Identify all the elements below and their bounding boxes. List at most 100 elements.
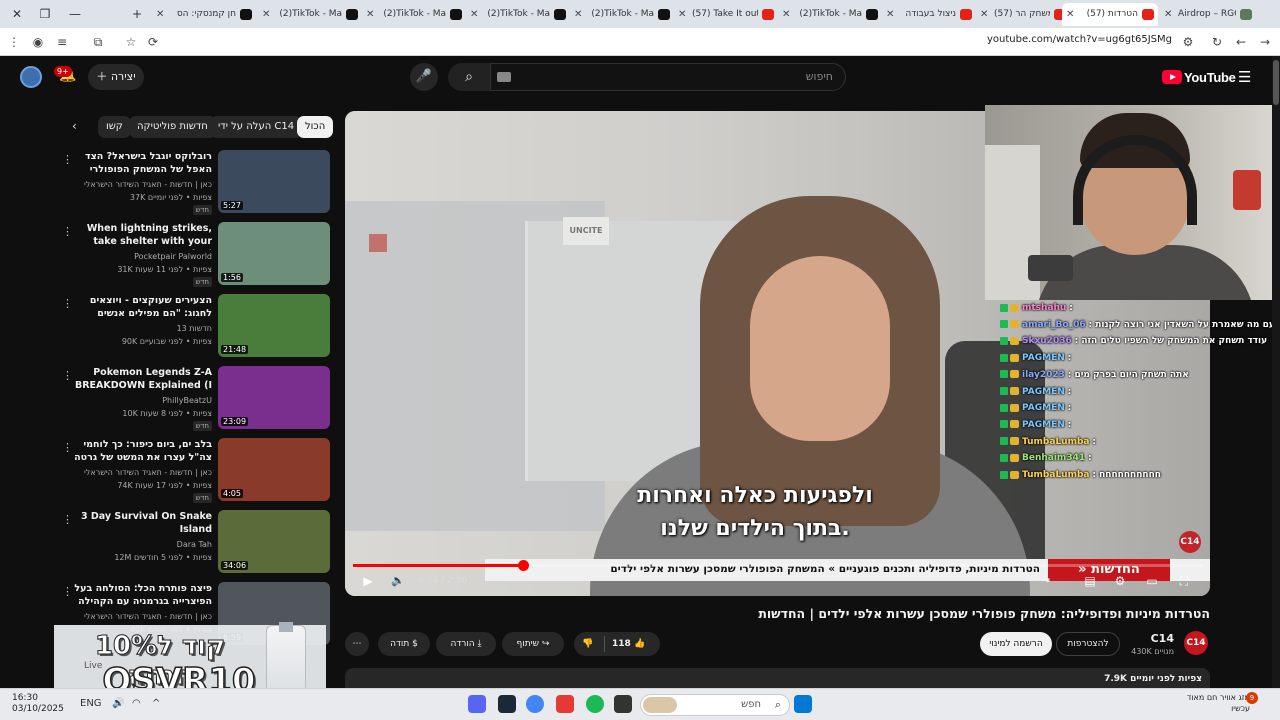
browser-tab[interactable]: ✕ (2)TikTok - Ma	[362, 3, 466, 26]
recommendation-item[interactable]: 23:09 ⋮ Pokemon Legends Z-A BREAKDOWN Expl…	[60, 366, 332, 432]
close-tab-icon[interactable]: ✕	[886, 3, 894, 26]
discord-icon[interactable]	[468, 695, 486, 713]
recommendation-title[interactable]: הצעירים שעוקצים - ויוצאים לחגוג: "הם מפי…	[74, 294, 212, 322]
recommendation-item[interactable]: 21:48 ⋮ הצעירים שעוקצים - ויוצאים לחגוג: "…	[60, 294, 332, 360]
recommendation-title[interactable]: 3 Day Survival On Snake Island	[74, 510, 212, 536]
more-options-icon[interactable]: ⋮	[62, 585, 73, 598]
recommendation-title[interactable]: When lightning strikes, take shelter wit…	[74, 222, 212, 250]
reload-icon[interactable]: ↻	[1207, 32, 1227, 52]
recommendation-item[interactable]: 4:05 ⋮ בלב ים, ביום כיפור: כך לוחמי צה"ל ע…	[60, 438, 332, 504]
install-icon[interactable]: ⟳	[143, 32, 163, 52]
profile-icon[interactable]: ◉	[28, 32, 48, 52]
search-input[interactable]: חיפוש	[490, 63, 846, 91]
recommendation-title[interactable]: פיצה פותרת הכל: הסולחה בעל הפיצרייה בגרמ…	[74, 582, 212, 610]
minimize-window-icon[interactable]: —	[64, 4, 86, 24]
settings-gear-icon[interactable]: ⚙	[1111, 572, 1129, 590]
recommendation-item[interactable]: 1:56 ⋮ When lightning strikes, take shelte…	[60, 222, 332, 288]
wifi-icon[interactable]: ◠	[132, 698, 141, 709]
browser-tab[interactable]: ✕ (57) Take It out	[674, 3, 778, 26]
spotify-icon[interactable]	[586, 695, 604, 713]
forward-icon[interactable]: ←	[1231, 32, 1251, 52]
share-button[interactable]: שיתוף ↪	[502, 632, 564, 656]
video-thumbnail[interactable]: 21:48	[218, 294, 330, 357]
fullscreen-icon[interactable]: ⛶	[1175, 572, 1193, 590]
video-thumbnail[interactable]: 4:05	[218, 438, 330, 501]
like-icon[interactable]: 👍	[634, 632, 645, 656]
theater-mode-icon[interactable]: ▭	[1143, 572, 1161, 590]
play-icon[interactable]: ▶	[359, 572, 377, 590]
video-thumbnail[interactable]: 23:09	[218, 366, 330, 429]
chevron-left-icon[interactable]: ‹	[72, 119, 77, 133]
subtitles-icon[interactable]: ▤	[1081, 572, 1099, 590]
progress-knob[interactable]	[518, 560, 529, 571]
recommendation-channel[interactable]: PhillyBeatzU	[162, 396, 212, 405]
close-tab-icon[interactable]: ✕	[1164, 3, 1172, 26]
recommendation-title[interactable]: רובלוקס יוגבל בישראל? הצד האפל של המשחק …	[74, 150, 212, 176]
chrome-icon[interactable]	[526, 695, 544, 713]
browser-tab[interactable]: ✕ (2)TikTok - Ma	[466, 3, 570, 26]
close-tab-icon[interactable]: ✕	[262, 3, 270, 26]
dislike-icon[interactable]: 👎	[582, 632, 593, 656]
terminal-icon[interactable]	[614, 695, 632, 713]
bookmark-star-icon[interactable]: ☆	[121, 32, 141, 52]
site-settings-icon[interactable]: ⚙	[1178, 32, 1198, 52]
url-field[interactable]: youtube.com/watch?v=ug6gt65JSMg	[987, 34, 1172, 45]
windows-start-icon[interactable]	[794, 695, 812, 713]
menu-dots-icon[interactable]: ⋮	[4, 32, 24, 52]
recommendation-item[interactable]: 5:27 ⋮ רובלוקס יוגבל בישראל? הצד האפל של ה…	[60, 150, 332, 216]
close-tab-icon[interactable]: ✕	[678, 3, 686, 26]
chip-politics-news[interactable]: חדשות פוליטיקה	[129, 116, 216, 138]
youtube-logo[interactable]: YouTube	[1162, 68, 1236, 86]
create-button[interactable]: ＋ יצירה	[88, 64, 144, 90]
browser-tab[interactable]: ✕ (57) משחק הר	[976, 3, 1070, 26]
recommendation-title[interactable]: בלב ים, ביום כיפור: כך לוחמי צה"ל עצרו א…	[74, 438, 212, 464]
close-tab-icon[interactable]: ✕	[366, 3, 374, 26]
more-options-icon[interactable]: ⋮	[62, 441, 73, 454]
volume-tray-icon[interactable]: 🔊	[112, 698, 124, 709]
join-button[interactable]: להצטרפות	[1056, 632, 1120, 656]
description-box[interactable]: 7.9K צפיות לפני יומיים	[345, 668, 1210, 690]
extensions-icon[interactable]: ⧉	[88, 32, 108, 52]
tray-expand-icon[interactable]: ^	[152, 698, 160, 709]
recommendation-channel[interactable]: Dara Tah	[177, 540, 212, 549]
recommendation-channel[interactable]: כאן | חדשות - תאגיד השידור הישראלי	[84, 180, 212, 189]
browser-tab[interactable]: ✕ ניצול בעבודה	[882, 3, 976, 26]
download-button[interactable]: הורדה ⤓	[436, 632, 496, 656]
like-count[interactable]: 118	[612, 632, 631, 656]
browser-tab[interactable]: ✕ (2)TikTok - Ma	[778, 3, 882, 26]
close-tab-icon[interactable]: ✕	[574, 3, 582, 26]
steam-icon[interactable]	[498, 695, 516, 713]
browser-tab[interactable]: ✕ (2)TikTok - Ma	[570, 3, 674, 26]
browser-tab[interactable]: ✕ חן קמנסקי: הס	[152, 3, 256, 26]
close-tab-icon[interactable]: ✕	[980, 3, 988, 26]
recommendation-channel[interactable]: כאן | חדשות - תאגיד השידור הישראלי	[84, 468, 212, 477]
more-options-icon[interactable]: ⋮	[62, 369, 73, 382]
clock[interactable]: 16:30 03/10/2025	[12, 693, 64, 715]
back-icon[interactable]: →	[1255, 32, 1275, 52]
autoplay-toggle-icon[interactable]: ⏸	[1041, 572, 1055, 590]
page-scrollbar[interactable]	[1272, 56, 1280, 688]
avatar[interactable]	[20, 66, 42, 88]
browser-tab[interactable]: ✕ Airdrop – RGG	[1160, 3, 1256, 26]
close-tab-icon[interactable]: ✕	[1066, 3, 1074, 26]
more-options-icon[interactable]: ⋮	[62, 297, 73, 310]
taskbar-search[interactable]: חפש ⌕	[640, 694, 790, 716]
close-tab-icon[interactable]: ✕	[782, 3, 790, 26]
more-options-icon[interactable]: ⋮	[62, 225, 73, 238]
recommendation-channel[interactable]: Pocketpair Palworld	[134, 252, 212, 261]
recommendation-title[interactable]: Pokemon Legends Z-A BREAKDOWN Explained …	[74, 366, 212, 394]
chip-more[interactable]: קשו	[98, 116, 131, 138]
close-tab-icon[interactable]: ✕	[156, 3, 164, 26]
channel-avatar[interactable]: C14	[1184, 631, 1208, 655]
reading-list-icon[interactable]: ≡	[52, 32, 72, 52]
volume-icon[interactable]: 🔈	[389, 572, 407, 590]
maximize-window-icon[interactable]: ❐	[34, 4, 56, 24]
chip-uploaded-by-c14[interactable]: העלה על ידי C14	[210, 116, 303, 138]
language-indicator[interactable]: ENG	[80, 698, 102, 709]
hamburger-menu-icon[interactable]: ☰	[1238, 68, 1251, 86]
recommendation-channel[interactable]: כאן | חדשות - תאגיד השידור הישראלי	[84, 612, 212, 621]
microphone-icon[interactable]: 🎤	[410, 63, 438, 91]
keyboard-icon[interactable]	[497, 72, 511, 82]
thanks-button[interactable]: תודה $	[378, 632, 430, 656]
browser-tab[interactable]: ✕ (57) הטרדות	[1062, 3, 1158, 26]
